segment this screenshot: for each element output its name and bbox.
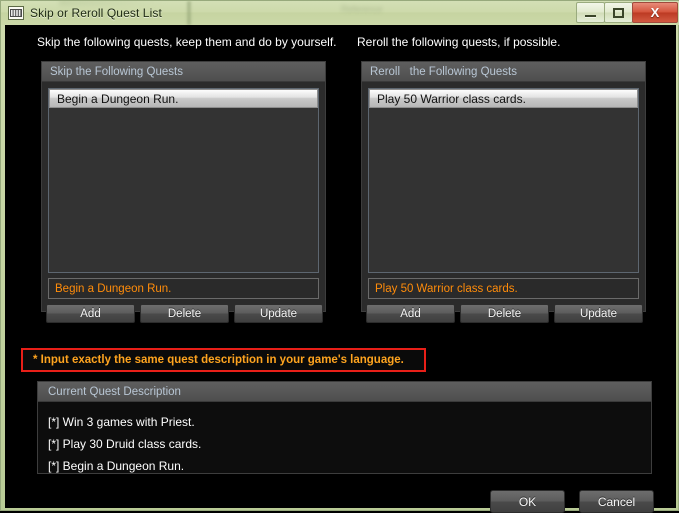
glass-ghost-text: Reference — [341, 4, 383, 14]
client-area: Skip the following quests, keep them and… — [5, 25, 676, 513]
reroll-delete-button[interactable]: Delete — [460, 304, 549, 323]
skip-panel-header: Skip the Following Quests — [42, 62, 325, 82]
quest-line: [*] Begin a Dungeon Run. — [48, 459, 185, 473]
quest-line: [*] Play 30 Druid class cards. — [48, 437, 202, 451]
close-button[interactable]: X — [632, 2, 678, 23]
list-item[interactable]: Play 50 Warrior class cards. — [369, 89, 638, 108]
reroll-quest-input[interactable]: Play 50 Warrior class cards. — [368, 278, 639, 299]
quest-line: [*] Win 3 games with Priest. — [48, 415, 195, 429]
reroll-panel-header: Reroll the Following Quests — [362, 62, 645, 82]
application-window: Reference Skip or Reroll Quest List X Sk… — [0, 0, 679, 513]
skip-quest-listbox[interactable]: Begin a Dungeon Run. — [48, 88, 319, 273]
cancel-button[interactable]: Cancel — [579, 490, 654, 513]
reroll-quest-listbox[interactable]: Play 50 Warrior class cards. — [368, 88, 639, 273]
skip-delete-button[interactable]: Delete — [140, 304, 229, 323]
reroll-add-button[interactable]: Add — [366, 304, 455, 323]
title-bar[interactable]: Reference Skip or Reroll Quest List X — [1, 1, 679, 25]
glass-ghost-divider — [187, 1, 191, 25]
maximize-icon — [613, 7, 624, 18]
window-controls: X — [576, 2, 678, 23]
skip-quest-input[interactable]: Begin a Dungeon Run. — [48, 278, 319, 299]
maximize-button[interactable] — [604, 2, 633, 23]
grid-icon — [8, 6, 24, 20]
minimize-button[interactable] — [576, 2, 605, 23]
skip-button-row: Add Delete Update — [46, 304, 323, 323]
minimize-icon — [585, 14, 596, 17]
window-title: Skip or Reroll Quest List — [30, 6, 162, 20]
dialog-button-row: OK Cancel — [490, 490, 654, 513]
current-quest-list: [*] Win 3 games with Priest. [*] Play 30… — [38, 403, 651, 473]
skip-quests-panel: Skip the Following Quests Begin a Dungeo… — [41, 61, 326, 323]
reroll-button-row: Add Delete Update — [366, 304, 643, 323]
close-icon: X — [650, 5, 660, 20]
skip-add-button[interactable]: Add — [46, 304, 135, 323]
current-quest-header: Current Quest Description — [38, 382, 651, 402]
list-item[interactable]: Begin a Dungeon Run. — [49, 89, 318, 108]
skip-instruction-label: Skip the following quests, keep them and… — [37, 35, 337, 49]
current-quest-description-panel: Current Quest Description [*] Win 3 game… — [37, 381, 652, 474]
ok-button[interactable]: OK — [490, 490, 565, 513]
reroll-update-button[interactable]: Update — [554, 304, 643, 323]
input-warning-message: * Input exactly the same quest descripti… — [21, 348, 426, 372]
reroll-quests-panel: Reroll the Following Quests Play 50 Warr… — [361, 61, 646, 323]
reroll-instruction-label: Reroll the following quests, if possible… — [357, 35, 561, 49]
skip-update-button[interactable]: Update — [234, 304, 323, 323]
